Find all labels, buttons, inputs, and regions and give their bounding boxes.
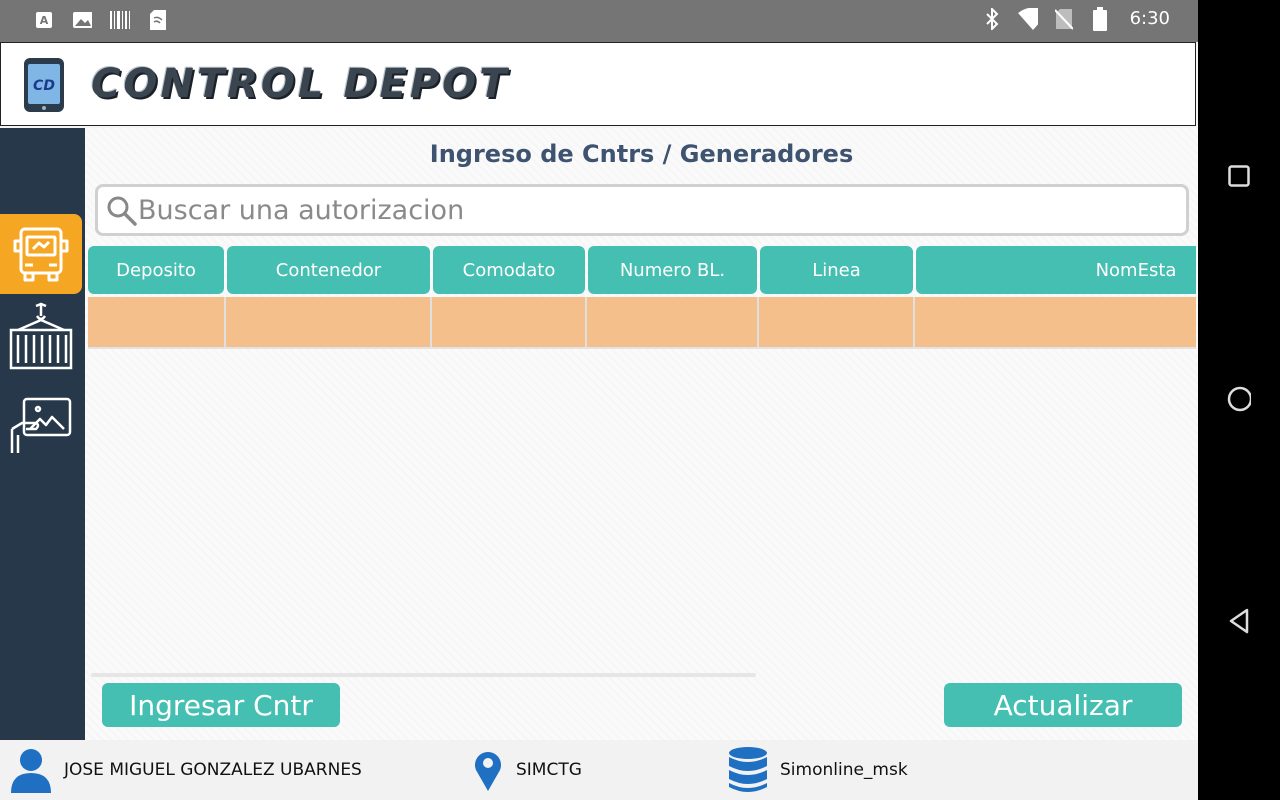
- sidebar-item-photos[interactable]: [0, 386, 82, 466]
- tablet-logo-icon: CD: [23, 57, 65, 113]
- system-nav-bar: [1198, 0, 1280, 800]
- actualizar-button[interactable]: Actualizar: [944, 683, 1182, 727]
- clock-time: 6:30: [1129, 8, 1170, 29]
- status-bar: A 6:30: [0, 0, 1198, 42]
- app-window: CD CONTROL DEPOT Ingreso de Cntrs / Gene…: [0, 42, 1198, 800]
- table-cell: [915, 297, 1196, 347]
- table-cell: [226, 297, 432, 347]
- barcode-icon: [110, 10, 130, 30]
- page-title: Ingreso de Cntrs / Generadores: [429, 140, 854, 168]
- column-header-comodato[interactable]: Comodato: [433, 246, 585, 294]
- footer-location: SIMCTG: [472, 740, 582, 800]
- no-sim-icon: [1054, 8, 1074, 30]
- home-button[interactable]: [1227, 386, 1251, 412]
- hand-photo-icon: [10, 397, 72, 453]
- battery-icon: [1090, 6, 1110, 31]
- database-name: Simonline_msk: [780, 760, 908, 780]
- bluetooth-icon: [982, 7, 1002, 30]
- location-pin-icon: [475, 752, 501, 791]
- search-input[interactable]: [138, 194, 1138, 226]
- table-cell: [587, 297, 759, 347]
- sim-card-icon: [148, 10, 168, 30]
- wifi-icon: [1017, 7, 1038, 30]
- ingresar-cntr-button[interactable]: Ingresar Cntr: [102, 683, 340, 727]
- table-cell: [432, 297, 587, 347]
- column-header-nomesta[interactable]: NomEsta: [916, 246, 1196, 294]
- sidebar: [0, 128, 85, 740]
- keyboard-a-icon: A: [34, 10, 54, 30]
- location-name: SIMCTG: [516, 760, 582, 780]
- footer-database: Simonline_msk: [728, 740, 908, 800]
- table-cell: [759, 297, 915, 347]
- search-box[interactable]: [95, 184, 1189, 236]
- data-table: Deposito Contenedor Comodato Numero BL. …: [88, 246, 1196, 352]
- column-header-numero-bl[interactable]: Numero BL.: [588, 246, 757, 294]
- column-header-linea[interactable]: Linea: [760, 246, 913, 294]
- footer-bar: JOSE MIGUEL GONZALEZ UBARNES SIMCTG Simo…: [0, 740, 1198, 800]
- horizontal-scrollbar[interactable]: [91, 673, 756, 677]
- app-title: CONTROL DEPOT: [91, 61, 510, 107]
- svg-text:A: A: [40, 14, 49, 27]
- column-header-deposito[interactable]: Deposito: [88, 246, 224, 294]
- sidebar-item-truck[interactable]: [0, 214, 82, 294]
- sidebar-item-container[interactable]: [0, 298, 82, 378]
- row-divider: [88, 347, 1196, 349]
- table-cell: [88, 297, 226, 347]
- user-icon: [11, 749, 51, 793]
- back-button[interactable]: [1227, 608, 1251, 634]
- main-content: Ingreso de Cntrs / Generadores Deposito …: [85, 128, 1198, 740]
- logo-text: CD: [33, 78, 55, 94]
- image-icon: [72, 10, 92, 30]
- app-header: CD CONTROL DEPOT: [0, 42, 1196, 126]
- user-name: JOSE MIGUEL GONZALEZ UBARNES: [64, 760, 362, 780]
- truck-icon: [13, 227, 69, 282]
- recents-button[interactable]: [1227, 164, 1251, 188]
- database-icon: [729, 747, 767, 792]
- footer-user: JOSE MIGUEL GONZALEZ UBARNES: [10, 740, 362, 800]
- column-header-contenedor[interactable]: Contenedor: [227, 246, 430, 294]
- search-icon: [104, 193, 138, 227]
- container-crane-icon: [9, 302, 73, 370]
